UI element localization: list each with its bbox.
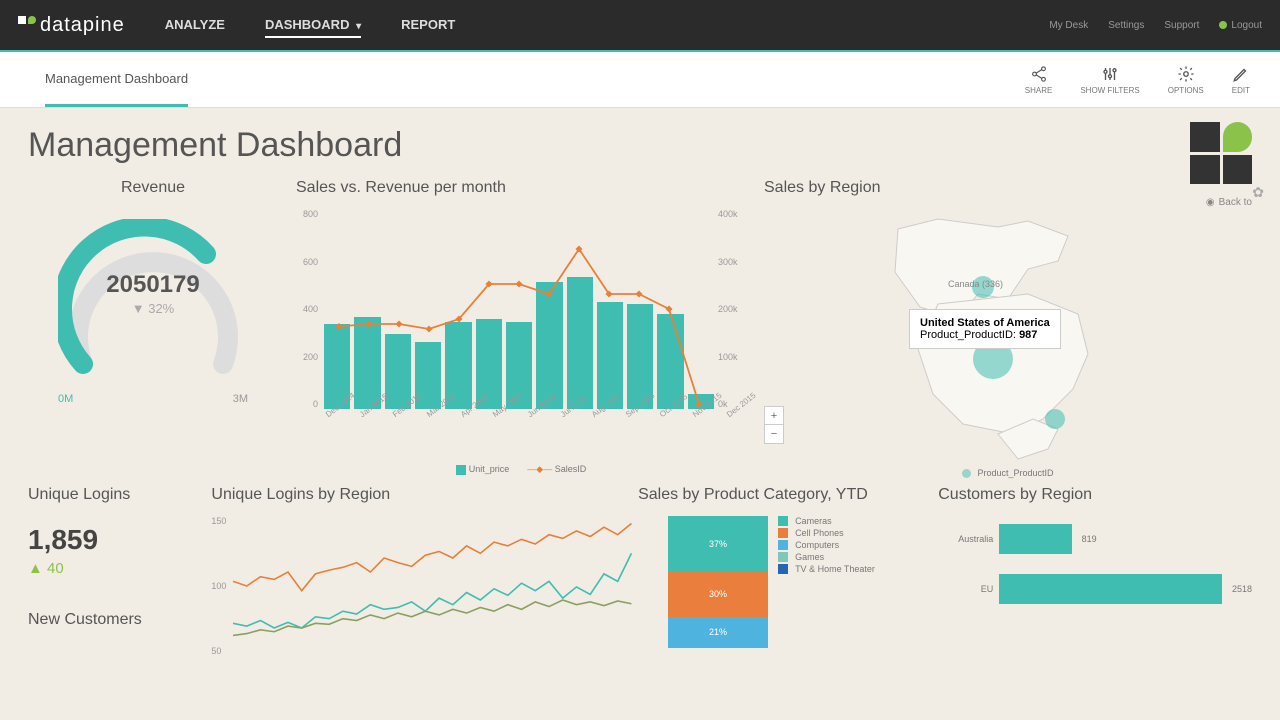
combo-legend: Unit_price —◆— SalesID: [296, 464, 746, 475]
prodcat-legend: CamerasCell PhonesComputersGamesTV & Hom…: [778, 516, 875, 648]
logins-region-title: Unique Logins by Region: [211, 486, 620, 504]
main-nav: ANALYZE DASHBOARD ▾ REPORT: [165, 13, 456, 38]
x-axis-labels: Dec 2014Jan 2015Feb 2015Mar 2015Apr 2015…: [324, 412, 714, 421]
back-arrow-icon: ◉: [1206, 197, 1215, 208]
stacked-bar: 37%30%21%: [668, 516, 768, 648]
revenue-gauge: 2050179 ▼ 32%: [58, 219, 248, 389]
legend-line-label: SalesID: [555, 464, 587, 474]
map-area[interactable]: Canada (336) United States of America Pr…: [764, 209, 1252, 464]
row-1: Revenue 2050179 ▼ 32% 0M 3M Sales vs. Re…: [28, 179, 1252, 478]
nav-dashboard[interactable]: DASHBOARD ▾: [265, 13, 361, 38]
logins-line-chart: 15010050: [211, 516, 620, 671]
topbar: datapine ANALYZE DASHBOARD ▾ REPORT My D…: [0, 0, 1280, 52]
tooltip-value: 987: [1019, 329, 1037, 341]
filters-label: SHOW FILTERS: [1080, 86, 1139, 95]
map-legend: Product_ProductID: [764, 468, 1252, 478]
sales-region-title: Sales by Region: [764, 179, 1252, 197]
link-support[interactable]: Support: [1164, 20, 1199, 31]
tooltip-label: Product_ProductID:: [920, 329, 1016, 341]
pencil-icon: [1232, 65, 1250, 83]
subbar-actions: SHARE SHOW FILTERS OPTIONS EDIT: [1025, 65, 1250, 95]
bubble-icon: [962, 469, 971, 478]
sliders-icon: [1101, 65, 1119, 83]
sales-rev-title: Sales vs. Revenue per month: [296, 179, 746, 197]
revenue-delta-value: 32%: [148, 301, 174, 316]
link-settings[interactable]: Settings: [1108, 20, 1144, 31]
map-canada-label: Canada (336): [948, 279, 1003, 289]
chart-settings-icon[interactable]: ✿: [1252, 184, 1264, 201]
zoom-in-button[interactable]: +: [765, 407, 783, 425]
y-axis-left: 8006004002000: [296, 209, 318, 409]
content: Management Dashboard Revenue 2050179 ▼ 3…: [0, 108, 1280, 671]
map-zoom: + −: [764, 406, 784, 444]
revenue-value: 2050179: [58, 271, 248, 299]
gear-icon: [1177, 65, 1195, 83]
hbar-chart: Australia819EU2518: [938, 524, 1252, 604]
subbar: Management Dashboard SHARE SHOW FILTERS …: [0, 52, 1280, 108]
revenue-title: Revenue: [121, 179, 185, 197]
unique-logins-value: 1,859: [28, 524, 193, 556]
custregion-title: Customers by Region: [938, 486, 1252, 504]
zoom-out-button[interactable]: −: [765, 425, 783, 443]
share-icon: [1030, 65, 1048, 83]
bars-area: [324, 209, 714, 409]
legend-bar-label: Unit_price: [469, 464, 510, 474]
logins-y-axis: 15010050: [211, 516, 226, 656]
combo-chart: 8006004002000 400k300k200k100k0k Dec 201…: [296, 209, 746, 434]
status-dot-icon: [1219, 21, 1227, 29]
prodcat-title: Sales by Product Category, YTD: [638, 486, 920, 504]
show-filters-button[interactable]: SHOW FILTERS: [1080, 65, 1139, 95]
edit-button[interactable]: EDIT: [1232, 65, 1250, 95]
nav-analyze[interactable]: ANALYZE: [165, 13, 225, 38]
tooltip-region: United States of America: [920, 317, 1050, 329]
options-label: OPTIONS: [1168, 86, 1204, 95]
edit-label: EDIT: [1232, 86, 1250, 95]
customers-region-card: Customers by Region Australia819EU2518: [938, 486, 1252, 671]
unique-logins-delta-val: 40: [47, 560, 64, 577]
share-button[interactable]: SHARE: [1025, 65, 1053, 95]
legend-swatch-bar: [456, 465, 466, 475]
product-category-card: Sales by Product Category, YTD 37%30%21%…: [638, 486, 920, 671]
unique-logins-delta: ▲ 40: [28, 560, 193, 577]
sales-region-card: Sales by Region ✿ ◉ Back to Canada (336)…: [764, 179, 1252, 478]
new-customers-title: New Customers: [28, 611, 193, 629]
logout-button[interactable]: Logout: [1219, 20, 1262, 31]
chevron-down-icon: ▾: [356, 21, 361, 32]
logout-label: Logout: [1231, 20, 1262, 31]
gauge-max: 3M: [233, 393, 248, 405]
sales-revenue-card: Sales vs. Revenue per month 800600400200…: [296, 179, 746, 478]
logo-icon: [18, 16, 36, 34]
map-legend-label: Product_ProductID: [977, 468, 1053, 478]
brand-widget: [1190, 122, 1252, 184]
page-title: Management Dashboard: [28, 126, 1252, 165]
logins-region-card: Unique Logins by Region 15010050: [211, 486, 620, 671]
map-tooltip: United States of America Product_Product…: [909, 309, 1061, 349]
brand-logo[interactable]: datapine: [18, 14, 125, 37]
brand-name: datapine: [40, 14, 125, 37]
revenue-delta: ▼ 32%: [58, 301, 248, 316]
revenue-card: Revenue 2050179 ▼ 32% 0M 3M: [28, 179, 278, 478]
link-my-desk[interactable]: My Desk: [1049, 20, 1088, 31]
options-button[interactable]: OPTIONS: [1168, 65, 1204, 95]
y-axis-right: 400k300k200k100k0k: [718, 209, 746, 409]
nav-dashboard-label: DASHBOARD: [265, 17, 350, 32]
unique-logins-title: Unique Logins: [28, 486, 193, 504]
unique-logins-card: Unique Logins 1,859 ▲ 40 New Customers: [28, 486, 193, 671]
share-label: SHARE: [1025, 86, 1053, 95]
nav-report[interactable]: REPORT: [401, 13, 455, 38]
top-right-links: My Desk Settings Support Logout: [1049, 20, 1262, 31]
back-label: Back to: [1219, 197, 1252, 208]
back-to-button[interactable]: ◉ Back to: [1206, 197, 1252, 208]
dashboard-tab[interactable]: Management Dashboard: [45, 71, 188, 107]
row-2: Unique Logins 1,859 ▲ 40 New Customers U…: [28, 486, 1252, 671]
gauge-min: 0M: [58, 393, 73, 405]
legend-line-marker: —◆—: [527, 464, 552, 474]
